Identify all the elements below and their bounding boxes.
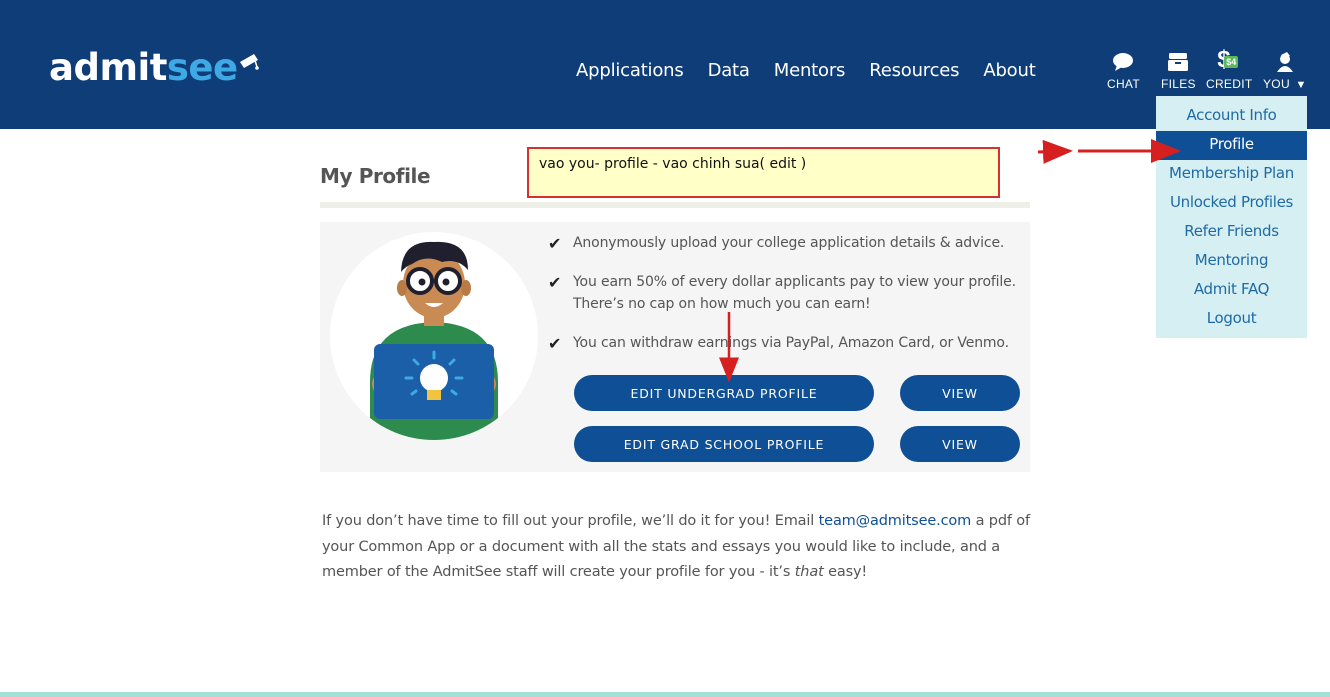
check-icon: ✔ <box>548 234 562 253</box>
profile-card: ✔ Anonymously upload your college applic… <box>320 222 1030 472</box>
check-icon: ✔ <box>548 334 562 353</box>
menu-profile[interactable]: Profile <box>1156 131 1307 160</box>
files-button[interactable]: FILES <box>1161 50 1196 91</box>
you-dropdown-menu: Account Info Profile Membership Plan Unl… <box>1156 96 1307 338</box>
check-icon: ✔ <box>548 273 562 292</box>
graduation-cap-icon <box>239 54 259 70</box>
title-divider <box>320 202 1030 208</box>
you-label: YOU ▼ <box>1263 77 1307 91</box>
you-menu-button[interactable]: YOU ▼ <box>1263 50 1307 91</box>
menu-mentoring[interactable]: Mentoring <box>1156 247 1307 276</box>
view-grad-school-profile-button[interactable]: VIEW <box>900 426 1020 462</box>
admitsee-logo[interactable]: admit see <box>49 44 260 94</box>
annotation-callout: vao you- profile - vao chinh sua( edit ) <box>527 147 1000 198</box>
email-link[interactable]: team@admitsee.com <box>819 513 972 529</box>
benefit-item: ✔ Anonymously upload your college applic… <box>546 232 1016 254</box>
help-note-text-3: easy! <box>823 564 868 580</box>
menu-refer-friends[interactable]: Refer Friends <box>1156 218 1307 247</box>
nav-about[interactable]: About <box>983 60 1035 81</box>
avatar-illustration <box>330 232 538 440</box>
chat-button[interactable]: CHAT <box>1107 50 1140 91</box>
nav-data[interactable]: Data <box>708 60 750 81</box>
credit-button[interactable]: $ $4 CREDIT <box>1206 46 1253 91</box>
benefit-item: ✔ You can withdraw earnings via PayPal, … <box>546 332 1016 354</box>
user-icon <box>1276 52 1293 72</box>
chat-label: CHAT <box>1107 77 1140 91</box>
nav-mentors[interactable]: Mentors <box>774 60 846 81</box>
credit-label: CREDIT <box>1206 77 1253 91</box>
menu-admit-faq[interactable]: Admit FAQ <box>1156 276 1307 305</box>
top-header: admit see Applications Data Mentors Reso… <box>0 0 1330 129</box>
benefit-text: You can withdraw earnings via PayPal, Am… <box>573 335 1009 351</box>
menu-unlocked-profiles[interactable]: Unlocked Profiles <box>1156 189 1307 218</box>
student-illustration <box>370 241 498 440</box>
you-label-text: YOU <box>1263 77 1290 91</box>
edit-grad-school-profile-button[interactable]: EDIT GRAD SCHOOL PROFILE <box>574 426 874 462</box>
edit-undergrad-profile-button[interactable]: EDIT UNDERGRAD PROFILE <box>574 375 874 411</box>
chat-icon <box>1113 53 1134 71</box>
view-undergrad-profile-button[interactable]: VIEW <box>900 375 1020 411</box>
benefit-text: Anonymously upload your college applicat… <box>573 235 1005 251</box>
nav-applications[interactable]: Applications <box>576 60 684 81</box>
files-icon <box>1168 53 1189 71</box>
main-nav: Applications Data Mentors Resources Abou… <box>576 60 1036 81</box>
help-note-emphasis: that <box>794 564 824 580</box>
benefit-item: ✔ You earn 50% of every dollar applicant… <box>546 271 1016 315</box>
help-note-text-1: If you don’t have time to fill out your … <box>322 513 819 529</box>
benefit-text: You earn 50% of every dollar applicants … <box>573 274 1016 312</box>
nav-resources[interactable]: Resources <box>869 60 959 81</box>
logo-text-admit: admit <box>49 46 167 89</box>
annotation-arrow-short <box>1037 139 1073 164</box>
menu-account-info[interactable]: Account Info <box>1156 102 1307 131</box>
logo-text-see: see <box>166 46 238 89</box>
credit-badge: $4 <box>1224 56 1239 68</box>
help-note: If you don’t have time to fill out your … <box>322 509 1032 586</box>
files-label: FILES <box>1161 77 1196 91</box>
page-title: My Profile <box>320 164 431 188</box>
caret-down-icon: ▼ <box>1295 79 1307 91</box>
benefits-list: ✔ Anonymously upload your college applic… <box>546 232 1016 371</box>
menu-membership-plan[interactable]: Membership Plan <box>1156 160 1307 189</box>
menu-logout[interactable]: Logout <box>1156 305 1307 334</box>
footer-divider <box>0 692 1330 697</box>
